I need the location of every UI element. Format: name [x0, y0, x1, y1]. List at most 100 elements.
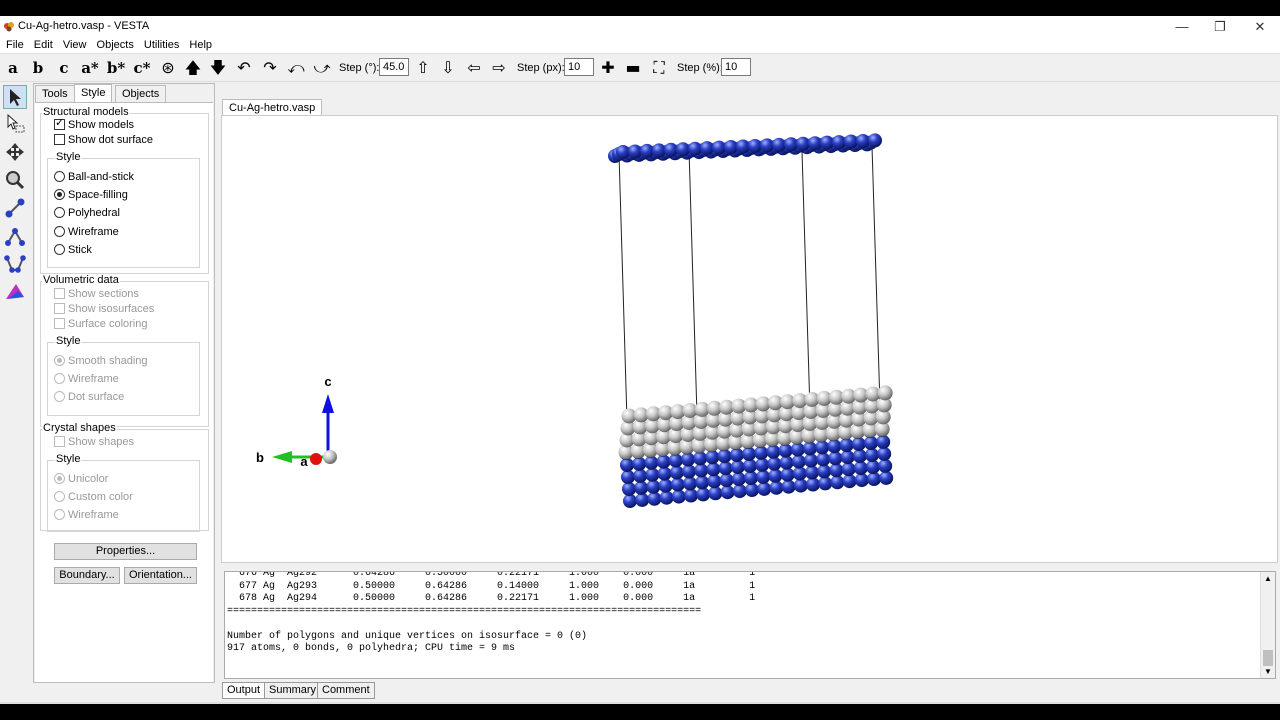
- radio-dot[interactable]: [54, 244, 65, 255]
- translate-up-icon[interactable]: ⇧: [411, 57, 435, 79]
- tab-tools[interactable]: Tools: [35, 85, 75, 102]
- cu-atom: [657, 466, 672, 481]
- output-text-area[interactable]: 676 Ag Ag292 0.64286 0.50000 0.22171 1.0…: [224, 571, 1276, 679]
- region-select-tool-icon[interactable]: [3, 113, 27, 137]
- step-deg-input[interactable]: 45.0: [379, 58, 409, 76]
- radio-smooth-shading[interactable]: Smooth shading: [54, 355, 148, 369]
- axis-c-arrowhead: [322, 394, 334, 413]
- translate-left-icon[interactable]: ⇦: [462, 57, 486, 79]
- menu-help[interactable]: Help: [189, 38, 212, 52]
- radio-space-filling[interactable]: Space-filling: [54, 189, 128, 203]
- cu-atom: [616, 145, 630, 159]
- show-dot-surface-checkbox[interactable]: Show dot surface: [54, 134, 153, 148]
- checkbox-box[interactable]: [54, 303, 65, 314]
- zoom-in-icon[interactable]: ✚: [596, 57, 620, 79]
- cu-atom: [645, 467, 660, 482]
- tab-output[interactable]: Output: [222, 682, 266, 699]
- step-pct-input[interactable]: 10: [721, 58, 751, 76]
- tab-style[interactable]: Style: [74, 84, 113, 102]
- checkbox-box[interactable]: [54, 436, 65, 447]
- vesta-app-icon: [4, 22, 14, 32]
- radio-polyhedral[interactable]: Polyhedral: [54, 207, 120, 221]
- scroll-down-icon[interactable]: ▼: [1264, 667, 1272, 676]
- radio-dot[interactable]: [54, 171, 65, 182]
- translate-tool-icon[interactable]: [3, 141, 27, 165]
- select-tool-icon[interactable]: [3, 85, 27, 109]
- show-shapes-checkbox[interactable]: Show shapes: [54, 436, 134, 450]
- radio-ball-and-stick[interactable]: Ball-and-stick: [54, 171, 134, 185]
- view-along-c-star-button[interactable]: c*: [130, 57, 154, 79]
- radio-dot[interactable]: [54, 491, 65, 502]
- minimize-button[interactable]: —: [1162, 16, 1202, 38]
- radio-stick[interactable]: Stick: [54, 244, 92, 258]
- angle-tool-icon[interactable]: [3, 225, 27, 249]
- radio-dot[interactable]: [54, 226, 65, 237]
- tab-summary[interactable]: Summary: [264, 682, 322, 699]
- magnify-tool-icon[interactable]: [3, 169, 27, 193]
- rotate-cw-icon[interactable]: ⤻: [310, 57, 334, 79]
- surface-coloring-checkbox[interactable]: Surface coloring: [54, 318, 148, 332]
- restore-button[interactable]: ❐: [1200, 16, 1240, 38]
- rotate-right-icon[interactable]: ↷: [258, 57, 282, 79]
- view-along-c-button[interactable]: c: [52, 57, 76, 79]
- radio-dot[interactable]: [54, 391, 65, 402]
- orientation-button[interactable]: Orientation...: [124, 567, 197, 584]
- zoom-out-icon[interactable]: ▬: [621, 57, 645, 79]
- view-along-a-button[interactable]: a: [1, 57, 25, 79]
- close-button[interactable]: ✕: [1240, 16, 1280, 38]
- radio-wireframe[interactable]: Wireframe: [54, 226, 119, 240]
- tab-objects[interactable]: Objects: [115, 85, 167, 102]
- crystal-structure-render[interactable]: c b a: [222, 116, 1277, 562]
- menu-utilities[interactable]: Utilities: [144, 38, 179, 52]
- step-px-input[interactable]: 10: [564, 58, 594, 76]
- properties-button[interactable]: Properties...: [54, 543, 197, 560]
- rotate-down-icon[interactable]: 🡇: [206, 57, 230, 79]
- radio-vol-wireframe[interactable]: Wireframe: [54, 373, 119, 387]
- cu-atom: [736, 139, 750, 154]
- document-tab[interactable]: Cu-Ag-hetro.vasp: [222, 99, 323, 116]
- translate-right-icon[interactable]: ⇨: [487, 57, 511, 79]
- radio-dot-surface[interactable]: Dot surface: [54, 391, 124, 405]
- tab-comment[interactable]: Comment: [317, 682, 375, 699]
- radio-unicolor[interactable]: Unicolor: [54, 473, 108, 487]
- standard-orientation-icon[interactable]: ⊛: [156, 57, 180, 79]
- radio-dot[interactable]: [54, 373, 65, 384]
- radio-dot[interactable]: [54, 355, 65, 366]
- checkbox-box[interactable]: [54, 117, 65, 130]
- rotate-ccw-icon[interactable]: ⤺: [284, 57, 308, 79]
- structure-viewport[interactable]: c b a: [221, 115, 1278, 563]
- menu-objects[interactable]: Objects: [97, 38, 134, 52]
- boundary-button[interactable]: Boundary...: [54, 567, 120, 584]
- radio-dot[interactable]: [54, 189, 65, 200]
- show-sections-checkbox[interactable]: Show sections: [54, 288, 139, 302]
- radio-custom-color[interactable]: Custom color: [54, 491, 133, 505]
- cu-atom: [879, 470, 894, 485]
- radio-dot[interactable]: [54, 207, 65, 218]
- view-along-b-button[interactable]: b: [26, 57, 50, 79]
- checkbox-box[interactable]: [54, 288, 65, 299]
- cu-atom: [866, 460, 880, 474]
- rotate-up-icon[interactable]: 🡅: [181, 57, 205, 79]
- view-along-a-star-button[interactable]: a*: [78, 57, 102, 79]
- radio-crystal-wireframe[interactable]: Wireframe: [54, 509, 119, 523]
- view-along-b-star-button[interactable]: b*: [104, 57, 128, 79]
- dihedral-tool-icon[interactable]: [3, 253, 27, 277]
- menu-view[interactable]: View: [63, 38, 87, 52]
- translate-down-icon[interactable]: ⇩: [436, 57, 460, 79]
- scroll-up-icon[interactable]: ▲: [1264, 574, 1272, 583]
- fit-to-screen-icon[interactable]: ⛶: [647, 57, 671, 79]
- radio-dot[interactable]: [54, 473, 65, 484]
- cu-atom: [867, 472, 881, 486]
- show-models-checkbox[interactable]: Show models: [54, 117, 134, 133]
- show-isosurfaces-checkbox[interactable]: Show isosurfaces: [54, 303, 154, 317]
- checkbox-box[interactable]: [54, 134, 65, 145]
- output-scrollbar[interactable]: ▲ ▼: [1260, 572, 1275, 678]
- distance-tool-icon[interactable]: [3, 197, 27, 221]
- menu-edit[interactable]: Edit: [34, 38, 53, 52]
- menu-file[interactable]: File: [6, 38, 24, 52]
- scroll-thumb[interactable]: [1263, 650, 1273, 666]
- checkbox-box[interactable]: [54, 318, 65, 329]
- rotate-left-icon[interactable]: ↶: [232, 57, 256, 79]
- lattice-plane-tool-icon[interactable]: [3, 281, 27, 305]
- radio-dot[interactable]: [54, 509, 65, 520]
